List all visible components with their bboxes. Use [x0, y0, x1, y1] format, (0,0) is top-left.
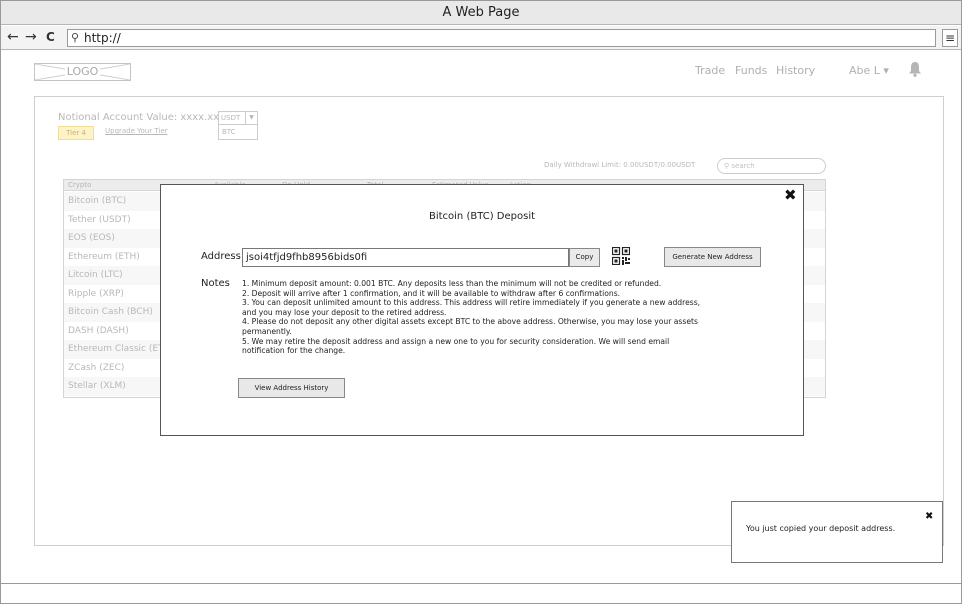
forward-arrow-icon[interactable]: → [25, 28, 37, 46]
notional-account-value: Notional Account Value: xxxx.xx [58, 112, 220, 123]
currency-select[interactable]: USDT ▼ [218, 111, 258, 125]
nav-history[interactable]: History [776, 64, 815, 77]
note-line: 3. You can deposit unlimited amount to t… [242, 298, 701, 308]
logo-text: LOGO [64, 65, 101, 78]
withdraw-limit: Daily Withdrawl Limit: 0.00USDT/0.00USDT [544, 161, 696, 169]
browser-window: A Web Page ← → C ⚲ http:// ≡ LOGO Trade … [0, 0, 962, 604]
reload-icon[interactable]: C [46, 28, 55, 46]
note-line: permanently. [242, 326, 292, 336]
copy-button[interactable]: Copy [569, 248, 600, 267]
user-menu[interactable]: Abe L ▾ [849, 64, 889, 77]
toast-message: You just copied your deposit address. [746, 524, 896, 533]
url-text: http:// [84, 31, 121, 45]
upgrade-tier-link[interactable]: Upgrade Your Tier [105, 127, 168, 135]
browser-menu-button[interactable]: ≡ [942, 29, 958, 47]
back-arrow-icon[interactable]: ← [7, 28, 19, 46]
note-line: 5. We may retire the deposit address and… [242, 336, 670, 346]
close-icon[interactable]: ✖ [925, 511, 933, 522]
note-line: 2. Deposit will arrive after 1 confirmat… [242, 288, 621, 298]
window-title: A Web Page [1, 1, 961, 25]
chevron-down-icon: ▼ [245, 112, 257, 124]
close-icon[interactable]: ✖ [784, 186, 797, 204]
tier-badge: Tier 4 [58, 126, 94, 140]
note-line: notification for the change. [242, 346, 346, 356]
deposit-modal: ✖ Bitcoin (BTC) Deposit Address jsoi4tfj… [160, 184, 804, 436]
notes-label: Notes [201, 278, 230, 289]
note-line: and you may lose your deposit to the ret… [242, 307, 447, 317]
note-line: 1. Minimum deposit amount: 0.001 BTC. An… [242, 279, 662, 288]
qr-code-icon[interactable] [611, 246, 631, 266]
modal-title: Bitcoin (BTC) Deposit [428, 211, 536, 222]
nav-funds[interactable]: Funds [735, 64, 767, 77]
table-header-crypto: Crypto [68, 181, 92, 189]
address-bar: ← → C ⚲ http:// ≡ [1, 26, 961, 50]
nav-trade[interactable]: Trade [695, 64, 725, 77]
search-icon: ⚲ [724, 162, 730, 170]
note-line: 4. Please do not deposit any other digit… [242, 317, 698, 327]
currency-selected: USDT [221, 114, 241, 122]
bell-icon[interactable] [908, 61, 922, 81]
deposit-address-field[interactable]: jsoi4tfjd9fhb8956bids0fi [242, 248, 569, 267]
view-address-history-button[interactable]: View Address History [238, 378, 345, 398]
search-placeholder: search [731, 162, 755, 170]
footer-divider [1, 583, 961, 584]
copy-toast: ✖ You just copied your deposit address. [731, 501, 943, 563]
deposit-notes: 1. Minimum deposit amount: 0.001 BTC. An… [242, 279, 762, 356]
url-input[interactable]: ⚲ http:// [67, 29, 936, 47]
logo[interactable]: LOGO [34, 63, 131, 81]
search-input[interactable]: ⚲ search [717, 158, 826, 174]
generate-new-address-button[interactable]: Generate New Address [664, 247, 761, 267]
currency-option-btc[interactable]: BTC [218, 125, 258, 140]
address-label: Address [201, 251, 241, 262]
search-icon: ⚲ [71, 31, 80, 44]
